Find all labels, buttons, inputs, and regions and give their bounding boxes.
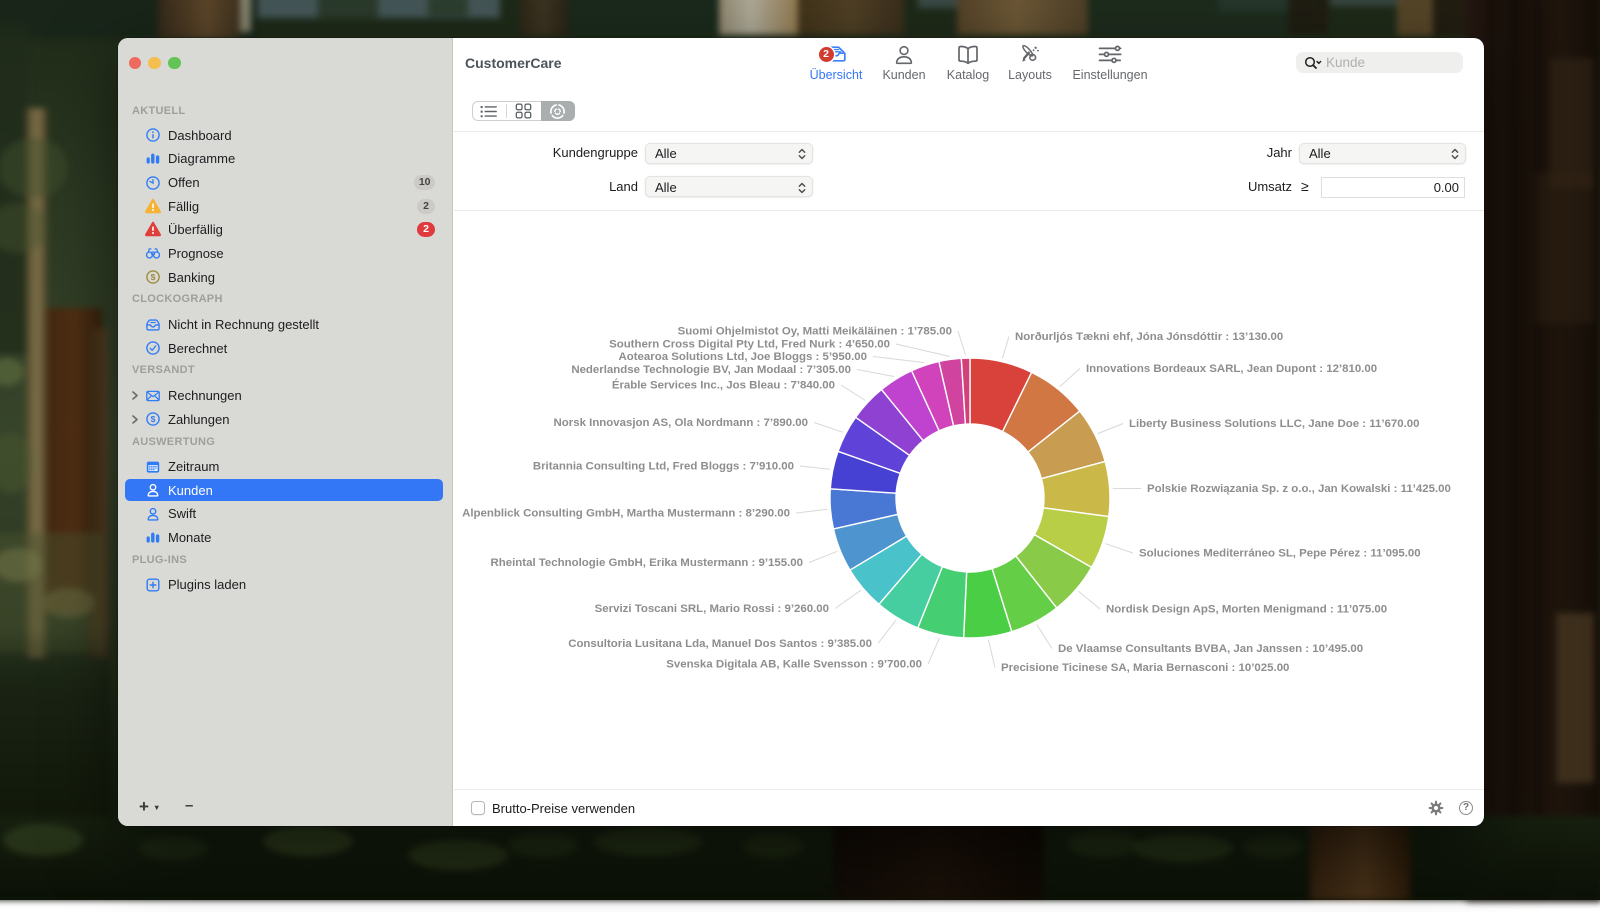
svg-text:Nordisk Design ApS, Morten Men: Nordisk Design ApS, Morten Menigmand : 1… [1106, 604, 1387, 616]
svg-text:Servizi Toscani SRL, Mario Ros: Servizi Toscani SRL, Mario Rossi : 9’260… [595, 603, 829, 615]
svg-text:Rheintal Technologie GmbH, Eri: Rheintal Technologie GmbH, Erika Musterm… [491, 557, 804, 569]
svg-text:Norsk Innovasjon AS, Ola Nordm: Norsk Innovasjon AS, Ola Nordmann : 7’89… [554, 417, 808, 429]
svg-text:Liberty Business Solutions LLC: Liberty Business Solutions LLC, Jane Doe… [1129, 418, 1419, 430]
svg-text:Svenska Digitala AB, Kalle Sve: Svenska Digitala AB, Kalle Svensson : 9’… [666, 659, 922, 671]
svg-text:Soluciones Mediterráneo SL, Pe: Soluciones Mediterráneo SL, Pepe Pérez :… [1139, 548, 1421, 560]
svg-text:Alpenblick Consulting GmbH, Ma: Alpenblick Consulting GmbH, Martha Muste… [462, 508, 790, 520]
svg-text:Nederlandse Technologie BV, Ja: Nederlandse Technologie BV, Jan Modaal :… [571, 364, 851, 376]
svg-text:Innovations Bordeaux SARL, Jea: Innovations Bordeaux SARL, Jean Dupont :… [1086, 363, 1377, 375]
svg-text:$: $ [151, 414, 156, 424]
svg-text:Suomi Ohjelmistot Oy, Matti Me: Suomi Ohjelmistot Oy, Matti Meikäläinen … [678, 326, 952, 338]
svg-text:Consultoria Lusitana Lda, Manu: Consultoria Lusitana Lda, Manuel Dos San… [568, 638, 872, 650]
svg-text:Britannia Consulting Ltd, Fred: Britannia Consulting Ltd, Fred Bloggs : … [533, 461, 794, 473]
svg-text:Norðurljós Tækni ehf, Jóna Jón: Norðurljós Tækni ehf, Jóna Jónsdóttir : … [1015, 331, 1283, 343]
svg-text:Southern Cross Digital Pty Ltd: Southern Cross Digital Pty Ltd, Fred Nur… [609, 339, 890, 351]
svg-text:Aotearoa Solutions Ltd, Joe Bl: Aotearoa Solutions Ltd, Joe Bloggs : 5’9… [619, 351, 868, 363]
svg-text:$: $ [151, 272, 156, 282]
svg-text:Érable Services Inc., Jos Blea: Érable Services Inc., Jos Bleau : 7’840.… [612, 379, 835, 392]
svg-text:Polskie Rozwiązania Sp. z o.o.: Polskie Rozwiązania Sp. z o.o., Jan Kowa… [1147, 483, 1451, 495]
svg-text:De Vlaamse Consultants BVBA, J: De Vlaamse Consultants BVBA, Jan Janssen… [1058, 643, 1363, 655]
svg-text:Precisione Ticinese SA, Maria: Precisione Ticinese SA, Maria Bernasconi… [1001, 662, 1289, 674]
